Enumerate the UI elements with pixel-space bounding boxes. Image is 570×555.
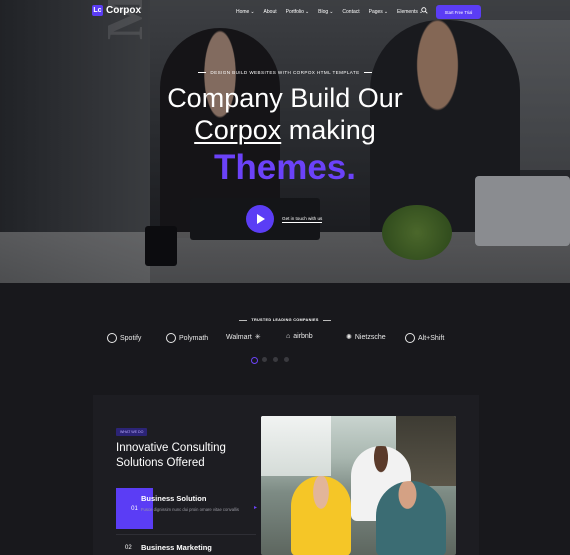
service-title: Business Marketing: [141, 543, 212, 552]
play-video-button[interactable]: [246, 205, 274, 233]
carousel-dot[interactable]: [262, 357, 267, 362]
service-item-business-solution[interactable]: 01 Business Solution Fusce dignissim nun…: [116, 488, 257, 529]
brand-polymath: Polymath: [166, 333, 208, 343]
nav-item-pages[interactable]: Pages: [369, 9, 388, 15]
airbnb-icon: ⌂: [286, 333, 291, 340]
service-title: Business Solution: [141, 494, 207, 503]
logo-text: Corpox: [106, 5, 141, 16]
hero-section: Meetin Lc Corpox Home About Portfolio Bl…: [0, 0, 570, 283]
top-nav: Lc Corpox Home About Portfolio Blog Cont…: [0, 0, 570, 24]
carousel-dot[interactable]: [284, 357, 289, 362]
brand-altshift: Alt+Shift: [405, 333, 444, 343]
arrow-right-icon: ▸: [253, 505, 257, 511]
photo-person: [291, 476, 351, 555]
nav-item-about[interactable]: About: [264, 9, 277, 15]
service-divider: [116, 534, 256, 535]
trusted-title: TRUSTED LEADING COMPANIES: [0, 318, 570, 322]
carousel-dot[interactable]: [273, 357, 278, 362]
services-title-line1: Innovative Consulting: [116, 442, 226, 454]
service-desc: Fusce dignissim nunc dui proin ornare vi…: [141, 507, 239, 512]
brand-label: Polymath: [179, 334, 209, 342]
brand-label: Alt+Shift: [418, 334, 445, 342]
brand-spotify: Spotify: [107, 333, 141, 343]
hero-title-line1: Company Build Our: [167, 83, 403, 113]
brand-label: Nietzsche: [354, 333, 386, 341]
carousel-dot-active[interactable]: [251, 357, 258, 364]
team-photo: [261, 416, 456, 555]
service-item-business-marketing[interactable]: 02 Business Marketing: [116, 540, 252, 554]
hero-title-underlined: Corpox: [194, 115, 282, 145]
photo-person: [376, 481, 446, 555]
search-icon[interactable]: [421, 7, 428, 14]
polymath-icon: [166, 333, 176, 343]
nav-item-portfolio[interactable]: Portfolio: [286, 9, 310, 15]
brand-label: Walmart: [226, 333, 252, 341]
nav-item-contact[interactable]: Contact: [342, 9, 359, 15]
brand-label: airbnb: [293, 333, 313, 340]
get-in-touch-link[interactable]: Get in touch with us: [282, 216, 323, 223]
nav-menu: Home About Portfolio Blog Contact Pages …: [236, 9, 423, 15]
walmart-spark-icon: ✳: [254, 334, 261, 341]
brand-label: Spotify: [120, 334, 142, 342]
service-number: 02: [125, 545, 132, 551]
logo[interactable]: Lc Corpox: [92, 5, 141, 16]
brand-walmart: Walmart ✳: [226, 333, 261, 342]
hero-title-line2-rest: making: [281, 115, 376, 145]
nav-item-blog[interactable]: Blog: [318, 9, 333, 15]
nietzsche-icon: ✺: [346, 334, 352, 341]
hero-tagline: DESIGN BUILD WEBSITES WITH CORPOX HTML T…: [0, 70, 570, 75]
brand-airbnb: ⌂ airbnb: [286, 333, 313, 340]
photo-window: [261, 416, 331, 476]
services-title: Innovative Consulting Solutions Offered: [116, 441, 226, 471]
brand-nietzsche: ✺ Nietzsche: [346, 333, 386, 342]
start-free-trial-button[interactable]: Start Free Trial: [436, 5, 481, 19]
hero-title-highlight: Themes.: [214, 148, 356, 187]
spotify-icon: [107, 333, 117, 343]
logo-mark: Lc: [92, 5, 103, 16]
services-badge: WHAT WE DO: [116, 428, 148, 436]
nav-item-elements[interactable]: Elements: [397, 9, 423, 15]
services-title-line2: Solutions Offered: [116, 457, 205, 469]
altshift-icon: [405, 333, 415, 343]
hero-title-line2: Corpox making: [0, 117, 570, 144]
nav-item-home[interactable]: Home: [236, 9, 255, 15]
